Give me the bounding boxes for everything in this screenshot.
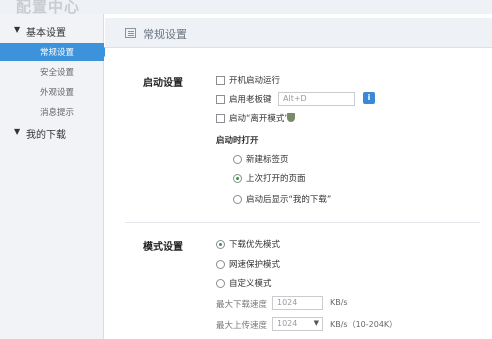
boss-key-checkbox[interactable] [216,95,225,104]
caret-down-icon: ▼ [14,127,21,136]
sidebar-item-security-settings[interactable]: 安全设置 [0,63,104,81]
caret-down-icon: ▼ [14,25,21,34]
startup-settings-label: 启动设置 [143,78,183,89]
sidebar-item-label: 安全设置 [40,68,75,78]
autostart-checkbox[interactable] [216,76,225,85]
max-download-label: 最大下载速度 [216,300,268,310]
sidebar-group-label: 基本设置 [26,28,66,39]
max-upload-select[interactable]: 1024 ▼ [272,317,323,331]
max-upload-label: 最大上传速度 [216,321,268,331]
info-icon[interactable]: i [363,92,375,104]
sidebar-item-label: 外观设置 [40,88,75,98]
shield-icon [287,113,295,122]
chevron-down-icon: ▼ [313,319,319,327]
page-title: 常规设置 [143,28,187,41]
download-priority-label: 下载优先模式 [229,240,281,250]
network-protect-radio[interactable] [216,260,225,269]
open-my-downloads-radio[interactable] [233,195,242,204]
sidebar-group-my-downloads[interactable]: ▼ 我的下载 [0,126,104,141]
max-upload-value: 1024 [277,319,298,328]
top-bar: 配置中心 [0,0,492,16]
sidebar-item-label: 常规设置 [40,48,75,58]
custom-mode-label: 自定义模式 [229,279,272,289]
open-new-tab-radio[interactable] [233,155,242,164]
content-header: 常规设置 [105,18,492,48]
open-last-pages-label: 上次打开的页面 [246,174,306,184]
open-new-tab-label: 新建标签页 [246,155,289,165]
custom-mode-radio[interactable] [216,279,225,288]
network-protect-label: 网速保护模式 [229,260,281,270]
sidebar-group-label: 我的下载 [26,130,66,141]
boss-key-input[interactable]: Alt+D [278,92,355,106]
autostart-label: 开机启动运行 [229,76,281,86]
open-last-pages-radio[interactable] [233,174,242,183]
sidebar-group-basic-settings[interactable]: ▼ 基本设置 [0,24,104,39]
boss-key-label: 启用老板键 [229,95,272,105]
away-mode-checkbox[interactable] [216,114,225,123]
mode-settings-label: 模式设置 [143,242,183,253]
sidebar: ▼ 基本设置 常规设置 安全设置 外观设置 消息提示 ▼ 我的下载 [0,14,110,339]
away-mode-label: 启动“离开模式” [229,114,289,124]
sidebar-item-label: 消息提示 [40,108,75,118]
max-upload-unit: KB/s（10-204K） [330,320,398,329]
max-download-unit: KB/s [330,298,348,307]
sidebar-item-appearance-settings[interactable]: 外观设置 [0,83,104,101]
list-icon [125,28,136,38]
download-priority-radio[interactable] [216,240,225,249]
open-my-downloads-label: 启动后显示“我的下载” [246,195,332,205]
sidebar-item-general-settings[interactable]: 常规设置 [0,43,110,61]
open-on-startup-label: 启动时打开 [216,136,259,146]
sidebar-item-message-notifications[interactable]: 消息提示 [0,103,104,121]
section-divider [125,222,480,223]
max-download-input[interactable]: 1024 [272,296,323,310]
